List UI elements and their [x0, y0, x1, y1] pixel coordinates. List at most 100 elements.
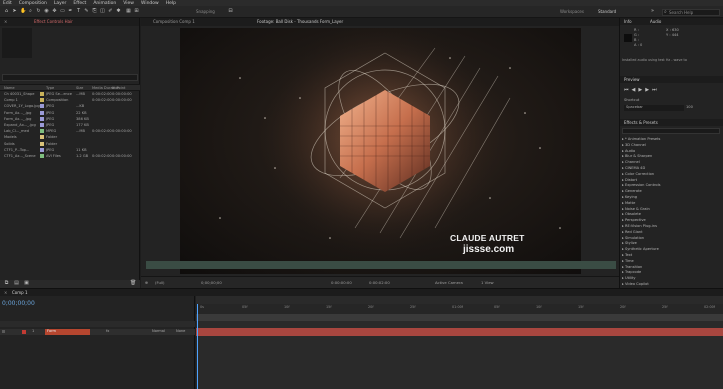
effect-category[interactable]: ▸ Audio	[622, 149, 635, 153]
hand-tool-icon[interactable]: ✋	[20, 9, 26, 14]
effect-category[interactable]: ▸ Text	[622, 253, 632, 257]
column-size[interactable]: Size	[76, 86, 83, 90]
project-item[interactable]: Lab_Cl..._med MPEG ...MB 0:00:02:00 0:00:00:…	[0, 129, 140, 135]
project-item[interactable]: Comp 1 Composition 0:00:02:00 0:00:00:00	[0, 98, 140, 104]
tab-audio[interactable]: Audio	[650, 19, 661, 24]
layer-name[interactable]: Form	[45, 329, 90, 335]
project-item[interactable]: Expand_Ax..._.jpg JPEG 177 KB	[0, 123, 140, 129]
effect-category[interactable]: ▸ Blur & Sharpen	[622, 154, 652, 158]
interpret-footage-icon[interactable]: ⧉	[4, 281, 9, 286]
camera-select[interactable]: Active Camera	[435, 280, 463, 285]
timeline-timecode[interactable]: 0;00;00;00	[2, 300, 35, 307]
column-type[interactable]: Type	[46, 86, 54, 90]
align-icon[interactable]: ⊞	[134, 9, 139, 14]
effect-category[interactable]: ▸ Channel	[622, 160, 640, 164]
effects-title[interactable]: Effects & Presets	[624, 120, 658, 125]
effect-category[interactable]: ▸ Distort	[622, 178, 637, 182]
rotate-tool-icon[interactable]: ↻	[36, 9, 41, 14]
effect-category[interactable]: ▸ Red Giant	[622, 230, 643, 234]
effect-category[interactable]: ▸ Noise & Grain	[622, 207, 650, 211]
effect-category[interactable]: ▸ Transition	[622, 265, 642, 269]
close-icon[interactable]: ×	[4, 19, 7, 24]
effect-category[interactable]: ▸ Generate	[622, 189, 642, 193]
project-search-input[interactable]	[2, 74, 138, 81]
effect-category[interactable]: ▸ CINEMA 4D	[622, 166, 645, 170]
tab-effect-controls[interactable]: Effect Controls Hair	[34, 19, 73, 24]
layer-row[interactable]: 1 Form fx Normal None	[0, 329, 195, 335]
clone-stamp-tool-icon[interactable]: ⎘	[92, 9, 97, 14]
snapping-label[interactable]: Snapping	[196, 9, 215, 14]
roto-brush-tool-icon[interactable]: ✐	[108, 9, 113, 14]
menu-animation[interactable]: Animation	[93, 1, 116, 6]
rectangle-tool-icon[interactable]: ▭	[60, 9, 65, 14]
viewer-time-ruler[interactable]	[146, 261, 616, 269]
playback-controls[interactable]: ⏮◀▶▶⏭	[624, 87, 660, 93]
info-title[interactable]: Info	[624, 19, 632, 24]
puppet-tool-icon[interactable]: ✱	[116, 9, 121, 14]
trash-icon[interactable]: 🗑	[130, 281, 136, 286]
layer-parent[interactable]: None	[176, 329, 185, 333]
menu-layer[interactable]: Layer	[54, 1, 67, 6]
pan-behind-tool-icon[interactable]: ✥	[52, 9, 57, 14]
last-frame-icon[interactable]: ⏭	[652, 87, 660, 93]
playhead[interactable]	[197, 304, 198, 389]
fx-icon[interactable]: fx	[106, 329, 109, 333]
timecode-display[interactable]: 0;00;00;00	[201, 280, 222, 285]
effect-category[interactable]: ▸ Synthetic Aperture	[622, 247, 659, 251]
effect-category[interactable]: ▸ Perspective	[622, 218, 646, 222]
effects-search-input[interactable]	[622, 128, 720, 134]
effect-category[interactable]: ▸ Time	[622, 259, 634, 263]
project-item[interactable]: Form_Ax..._.jpg JPEG 22 KB	[0, 110, 140, 117]
column-name[interactable]: Name	[4, 86, 15, 90]
shortcut-select[interactable]: Spacebar	[624, 105, 684, 111]
effect-category[interactable]: ▸ Utility	[622, 276, 636, 280]
composition-canvas[interactable]: CLAUDE AUTRET jissse.com	[180, 28, 581, 274]
effect-category[interactable]: ▸ Matte	[622, 201, 635, 205]
views-select[interactable]: 1 View	[481, 280, 494, 285]
workspace-menu-icon[interactable]: »	[650, 9, 655, 14]
menu-window[interactable]: Window	[141, 1, 159, 6]
search-help-input[interactable]: Search Help	[662, 9, 720, 16]
snap-icon[interactable]: ⊟	[228, 9, 233, 14]
project-item[interactable]: Models Folder	[0, 135, 140, 141]
layer-mode[interactable]: Normal	[152, 329, 165, 333]
effect-category[interactable]: ▸ Color Correction	[622, 172, 654, 176]
column-in-point[interactable]: In Point	[112, 86, 125, 90]
project-item[interactable]: CTF1_Ax..._Scene AVI Files 1.2 GB 0:00:02:0…	[0, 154, 140, 160]
layer-color-label[interactable]	[22, 330, 26, 334]
effect-category[interactable]: ▸ Video Copilot	[622, 282, 649, 286]
effect-category[interactable]: ▸ Stylize	[622, 241, 637, 245]
project-item[interactable]: Form_Ax..._.jpg JPEG 386 KB	[0, 116, 140, 123]
camera-tool-icon[interactable]: ◉	[44, 9, 49, 14]
magnification-icon[interactable]: ⊕	[145, 280, 148, 285]
close-icon[interactable]: ×	[4, 290, 7, 295]
project-item[interactable]: Solids Folder	[0, 141, 140, 148]
tab-footage[interactable]: Footage: Ball Disk - Thousands Form_Laye…	[257, 19, 343, 24]
project-item[interactable]: CTF1_P...Top... JPEG 11 KB	[0, 147, 140, 154]
pen-tool-icon[interactable]: ✒	[68, 9, 73, 14]
text-tool-icon[interactable]: T	[76, 9, 81, 14]
visibility-icon[interactable]	[2, 330, 5, 333]
project-item[interactable]: COVER_1Y_Logo.jpg JPEG ...KB	[0, 104, 140, 110]
effect-category[interactable]: ▸ Keying	[622, 195, 637, 199]
effect-category[interactable]: ▸ Simulation	[622, 236, 644, 240]
tab-composition[interactable]: Composition Comp 1	[153, 19, 195, 24]
effect-category[interactable]: ▸ Expression Controls	[622, 183, 660, 187]
workspace-select[interactable]: Standard	[598, 9, 616, 14]
menu-edit[interactable]: Edit	[3, 1, 12, 6]
menu-help[interactable]: Help	[166, 1, 176, 6]
work-area-bar[interactable]	[196, 314, 723, 321]
grid-icon[interactable]: ▦	[126, 9, 131, 14]
layer-duration-bar[interactable]	[196, 328, 723, 336]
effect-category[interactable]: ▸ Obsolete	[622, 212, 641, 216]
home-icon[interactable]: ⌂	[4, 9, 9, 14]
tab-comp-1[interactable]: Comp 1	[12, 290, 28, 295]
zoom-tool-icon[interactable]: ⌕	[28, 9, 33, 14]
eraser-tool-icon[interactable]: ◫	[100, 9, 105, 14]
new-folder-icon[interactable]: ▤	[14, 281, 19, 286]
effect-category[interactable]: ▸ 3D Channel	[622, 143, 646, 147]
menu-effect[interactable]: Effect	[73, 1, 86, 6]
effect-category[interactable]: ▸ Trapcode	[622, 270, 641, 274]
first-frame-icon[interactable]: ⏮	[624, 87, 632, 93]
effect-category[interactable]: ▸ * Animation Presets	[622, 137, 660, 141]
